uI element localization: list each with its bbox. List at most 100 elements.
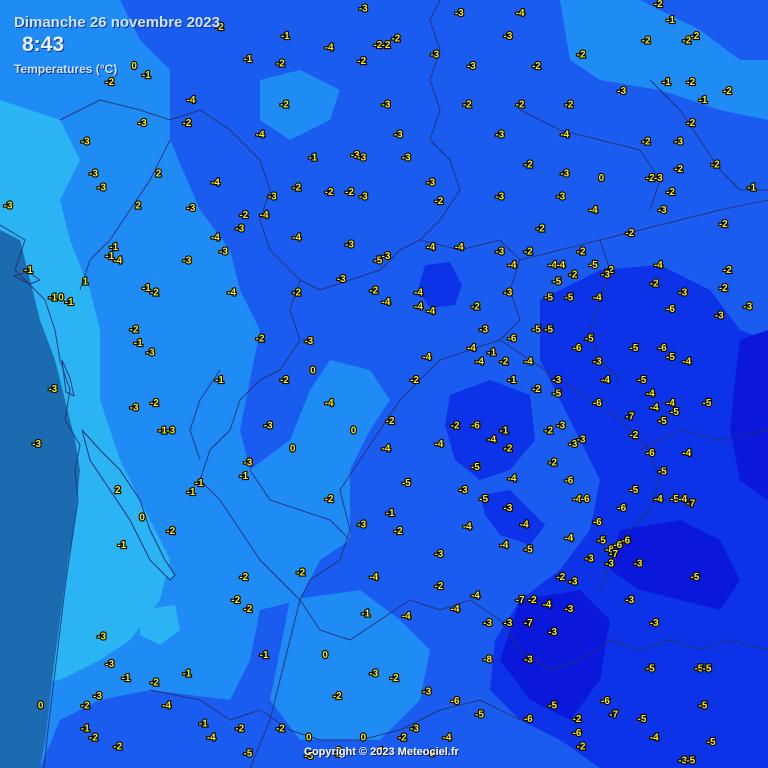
station-value: -3 <box>524 655 533 666</box>
station-value: -3 <box>369 668 378 679</box>
station-value: -5 <box>690 572 699 583</box>
station-value: -1 <box>666 15 675 26</box>
station-value: -4 <box>451 604 460 615</box>
station-value: -4 <box>227 288 236 299</box>
station-value: -4 <box>292 233 301 244</box>
station-value: 0 <box>306 733 312 744</box>
station-value: -4 <box>426 306 435 317</box>
station-value: -2 <box>471 302 480 313</box>
station-value: -5 <box>524 545 533 556</box>
station-value: -6 <box>646 448 655 459</box>
station-value: -2 <box>390 673 399 684</box>
station-value: -1 <box>243 54 252 65</box>
station-value: -4 <box>207 733 216 744</box>
station-value: -3 <box>4 201 13 212</box>
station-value: -2 <box>235 723 244 734</box>
map-time: 8:43 <box>22 33 65 56</box>
station-value: -4 <box>471 590 480 601</box>
station-value: -4 <box>382 297 391 308</box>
station-value: -2 <box>650 279 659 290</box>
station-value: -2 <box>577 742 586 753</box>
station-value: -4 <box>516 8 525 19</box>
station-value: 0 <box>290 444 296 455</box>
station-value: -4 <box>654 494 663 505</box>
station-value: -5 <box>629 343 638 354</box>
station-value: -1 <box>747 182 756 193</box>
station-value: -1 <box>24 265 33 276</box>
station-value: -4 <box>414 288 423 299</box>
station-value: -2 <box>499 357 508 368</box>
station-value: -4 <box>325 398 334 409</box>
station-value: -4 <box>542 600 551 611</box>
station-value: -1 <box>499 425 508 436</box>
station-value: -3 <box>548 627 557 638</box>
station-value: -1 <box>187 487 196 498</box>
station-value: -4 <box>463 522 472 533</box>
station-value: -5 <box>552 389 561 400</box>
station-value: -6 <box>508 334 517 345</box>
map-date: Dimanche 26 novembre 2023 <box>14 14 220 31</box>
station-value: -1 <box>215 375 224 386</box>
station-value: -3 <box>304 336 313 347</box>
station-value: -1 <box>508 375 517 386</box>
station-value: -2 <box>682 36 691 47</box>
station-value: -4 <box>426 242 435 253</box>
station-value: -6 <box>451 696 460 707</box>
station-value: -3 <box>48 384 57 395</box>
station-value: -4 <box>593 292 602 303</box>
station-value: -3 <box>617 86 626 97</box>
station-value: -2 <box>130 324 139 335</box>
station-value: 0 <box>361 733 367 744</box>
station-value: -3 <box>715 311 724 322</box>
station-value: 0 <box>310 366 316 377</box>
station-value: -5 <box>703 398 712 409</box>
station-value: -6 <box>601 696 610 707</box>
station-value: -2 <box>719 283 728 294</box>
station-value: -2 <box>113 742 122 753</box>
station-value: -3 <box>268 192 277 203</box>
station-value: -3 <box>97 632 106 643</box>
station-value: -2 <box>382 40 391 51</box>
station-value: -2 <box>325 187 334 198</box>
station-value: -2 <box>394 526 403 537</box>
station-value: -2 <box>556 572 565 583</box>
station-value: -4 <box>524 357 533 368</box>
station-value: -5 <box>585 334 594 345</box>
station-value: -1 <box>260 650 269 661</box>
station-value: -3 <box>357 519 366 530</box>
station-value: -2 <box>89 733 98 744</box>
station-value: -2 <box>524 247 533 258</box>
station-value: -3 <box>32 439 41 450</box>
station-value: -7 <box>686 499 695 510</box>
station-value: -2 <box>674 164 683 175</box>
station-value: -2 <box>666 187 675 198</box>
copyright-label: Copyright © 2023 Meteociel.fr <box>304 746 459 758</box>
station-value: -3 <box>503 618 512 629</box>
station-value: -3 <box>564 604 573 615</box>
station-value: -1 <box>195 478 204 489</box>
station-value: -2 <box>182 118 191 129</box>
station-value: -2 <box>629 430 638 441</box>
station-value: 2 <box>135 201 141 212</box>
station-value: -3 <box>577 435 586 446</box>
station-value: -3 <box>219 247 228 258</box>
station-value: -2 <box>410 375 419 386</box>
station-value: -5 <box>479 494 488 505</box>
station-value: -3 <box>483 618 492 629</box>
station-value: -2 <box>686 77 695 88</box>
station-value: -6 <box>593 517 602 528</box>
station-value: -2 <box>532 61 541 72</box>
station-value: -3 <box>357 153 366 164</box>
station-value: -3 <box>654 173 663 184</box>
station-value: -3 <box>459 485 468 496</box>
station-value: -2 <box>690 31 699 42</box>
station-value: -2 <box>386 416 395 427</box>
station-value: -2 <box>398 733 407 744</box>
station-value: -4 <box>260 210 269 221</box>
station-value: -1 <box>48 292 57 303</box>
station-value: -3 <box>146 347 155 358</box>
station-value: -1 <box>65 297 74 308</box>
station-value: -4 <box>467 343 476 354</box>
station-value: -3 <box>495 192 504 203</box>
station-value: -7 <box>524 618 533 629</box>
